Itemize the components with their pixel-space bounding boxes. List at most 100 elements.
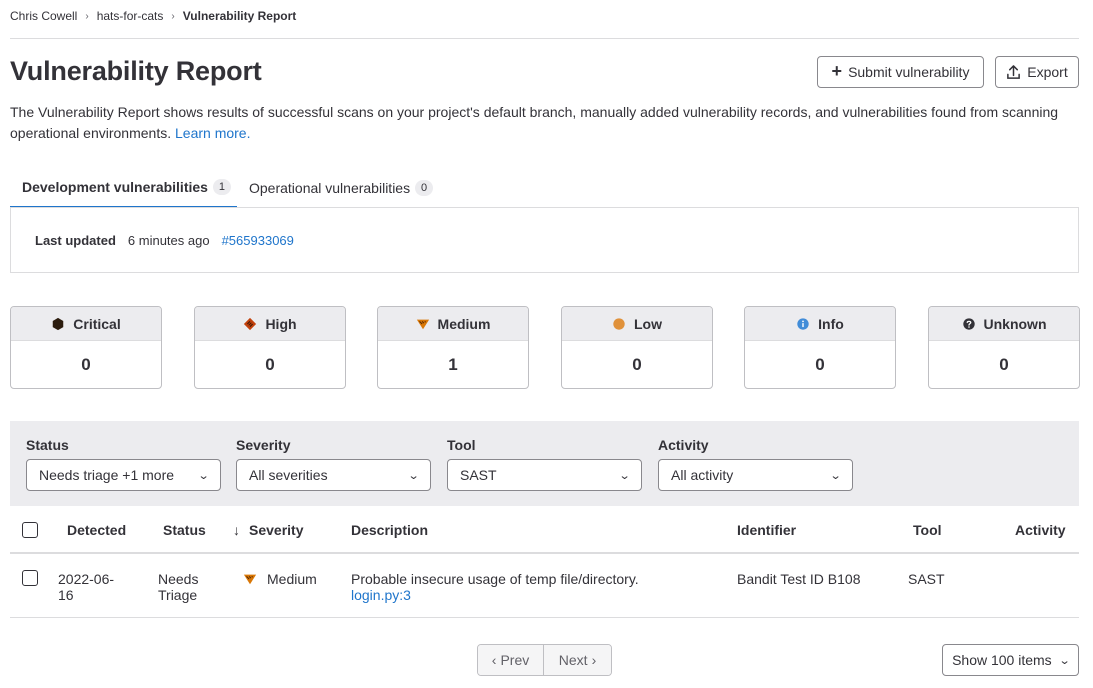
tool-filter-dropdown[interactable]: SAST ⌄ bbox=[447, 459, 642, 491]
status-filter-value: Needs triage +1 more bbox=[39, 467, 175, 483]
breadcrumb-current[interactable]: Vulnerability Report bbox=[183, 9, 297, 23]
last-updated-label: Last updated bbox=[35, 232, 116, 248]
severity-card-header: Medium bbox=[378, 307, 528, 341]
next-page-button[interactable]: Next › bbox=[544, 645, 611, 675]
status-filter-dropdown[interactable]: Needs triage +1 more ⌄ bbox=[26, 459, 221, 491]
tab-operational-vulnerabilities[interactable]: Operational vulnerabilities 0 bbox=[237, 168, 434, 207]
severity-label: Medium bbox=[437, 315, 491, 332]
prev-label: Prev bbox=[500, 652, 530, 668]
row-checkbox[interactable] bbox=[22, 570, 38, 586]
export-button[interactable]: Export bbox=[995, 56, 1079, 88]
status-filter: Status Needs triage +1 more ⌄ bbox=[26, 437, 221, 491]
page-size-dropdown[interactable]: Show 100 items ⌄ bbox=[942, 644, 1079, 676]
last-updated-time: 6 minutes ago bbox=[127, 232, 210, 248]
chevron-right-icon: › bbox=[85, 10, 89, 22]
pipeline-link[interactable]: #565933069 bbox=[222, 233, 294, 248]
row-status-part: Needs bbox=[158, 571, 199, 587]
table-header: Detected Status ↓ Severity Description I… bbox=[10, 506, 1079, 554]
count-badge: 1 bbox=[212, 179, 231, 195]
severity-filter: Severity All severities ⌄ bbox=[236, 437, 431, 491]
select-all-checkbox[interactable] bbox=[22, 522, 38, 538]
severity-high-icon bbox=[244, 317, 257, 330]
chevron-down-icon: ⌄ bbox=[1058, 654, 1071, 667]
severity-card-info: Info 0 bbox=[744, 306, 896, 389]
filters-bar: Status Needs triage +1 more ⌄ Severity A… bbox=[10, 421, 1079, 506]
row-severity: Medium bbox=[243, 571, 317, 587]
column-description: Description bbox=[351, 522, 429, 538]
last-updated-panel: Last updated 6 minutes ago #565933069 bbox=[10, 207, 1079, 273]
severity-critical-icon bbox=[53, 317, 64, 330]
detected-date-part: 16 bbox=[58, 587, 74, 603]
column-tool[interactable]: Tool bbox=[913, 522, 942, 538]
severity-unknown-icon bbox=[962, 317, 975, 330]
status-filter-label: Status bbox=[26, 437, 69, 453]
severity-card-low: Low 0 bbox=[561, 306, 713, 389]
chevron-down-icon: ⌄ bbox=[618, 469, 631, 482]
severity-count: 0 bbox=[81, 355, 91, 374]
page-description: The Vulnerability Report shows results o… bbox=[10, 102, 1080, 144]
severity-count: 0 bbox=[815, 355, 825, 374]
severity-count: 0 bbox=[265, 355, 275, 374]
severity-filter-dropdown[interactable]: All severities ⌄ bbox=[236, 459, 431, 491]
vulnerability-tabs: Development vulnerabilities 1 Operationa… bbox=[10, 168, 1079, 208]
severity-filter-label: Severity bbox=[236, 437, 291, 453]
row-description: Probable insecure usage of temp file/dir… bbox=[351, 571, 639, 603]
breadcrumb-user[interactable]: Chris Cowell bbox=[10, 9, 77, 23]
severity-low-icon bbox=[613, 317, 625, 330]
chevron-down-icon: ⌄ bbox=[829, 469, 842, 482]
severity-card-high: High 0 bbox=[194, 306, 346, 389]
tool-filter: Tool SAST ⌄ bbox=[447, 437, 642, 491]
severity-label: Critical bbox=[73, 315, 121, 332]
page-size-label: Show 100 items bbox=[952, 652, 1052, 668]
chevron-right-icon: › bbox=[591, 652, 597, 668]
tab-label: Operational vulnerabilities bbox=[249, 179, 411, 196]
plus-icon: + bbox=[831, 61, 843, 81]
severity-label: Unknown bbox=[983, 315, 1047, 332]
activity-filter-dropdown[interactable]: All activity ⌄ bbox=[658, 459, 853, 491]
severity-card-header: Info bbox=[745, 307, 895, 341]
next-label: Next bbox=[558, 652, 588, 668]
chevron-down-icon: ⌄ bbox=[197, 469, 210, 482]
severity-card-unknown: Unknown 0 bbox=[928, 306, 1080, 389]
breadcrumb: Chris Cowell › hats-for-cats › Vulnerabi… bbox=[10, 9, 296, 23]
file-location-link[interactable]: login.py:3 bbox=[351, 587, 411, 603]
prev-page-button[interactable]: ‹ Prev bbox=[478, 645, 544, 675]
row-status-part: Triage bbox=[158, 587, 198, 603]
vulnerability-table: Detected Status ↓ Severity Description I… bbox=[10, 506, 1079, 618]
row-status: Needs Triage bbox=[158, 571, 198, 603]
vulnerability-title[interactable]: Probable insecure usage of temp file/dir… bbox=[351, 571, 639, 587]
sort-arrow-down-icon: ↓ bbox=[233, 522, 240, 538]
submit-vulnerability-label: Submit vulnerability bbox=[848, 64, 970, 80]
page-title: Vulnerability Report bbox=[10, 56, 262, 86]
severity-medium-icon bbox=[243, 574, 257, 585]
severity-count: 0 bbox=[999, 355, 1009, 374]
severity-medium-icon bbox=[416, 319, 429, 329]
tab-development-vulnerabilities[interactable]: Development vulnerabilities 1 bbox=[10, 168, 237, 208]
severity-label: Info bbox=[818, 315, 844, 332]
column-detected[interactable]: Detected bbox=[67, 522, 126, 538]
count-badge: 0 bbox=[415, 179, 434, 196]
column-severity[interactable]: Severity bbox=[249, 522, 303, 538]
severity-count: 0 bbox=[632, 355, 642, 374]
description-text: The Vulnerability Report shows results o… bbox=[10, 104, 1059, 141]
learn-more-link[interactable]: Learn more. bbox=[175, 125, 250, 141]
export-label: Export bbox=[1027, 64, 1068, 80]
activity-filter-label: Activity bbox=[658, 437, 709, 453]
severity-card-header: Low bbox=[562, 307, 712, 341]
severity-card-header: Critical bbox=[11, 307, 161, 341]
detected-date-part: 2022-06- bbox=[58, 571, 115, 587]
tool-filter-value: SAST bbox=[460, 467, 497, 483]
column-identifier: Identifier bbox=[737, 522, 797, 538]
tool-filter-label: Tool bbox=[447, 437, 476, 453]
submit-vulnerability-button[interactable]: + Submit vulnerability bbox=[817, 56, 984, 88]
severity-info-icon bbox=[797, 317, 809, 330]
row-identifier: Bandit Test ID B108 bbox=[737, 571, 861, 587]
detected-date: 2022-06- 16 bbox=[58, 571, 114, 603]
row-severity-label: Medium bbox=[267, 571, 317, 587]
breadcrumb-project[interactable]: hats-for-cats bbox=[97, 9, 164, 23]
severity-label: Low bbox=[634, 315, 662, 332]
column-status[interactable]: Status bbox=[163, 522, 206, 538]
export-icon bbox=[1007, 64, 1021, 79]
chevron-right-icon: › bbox=[171, 10, 175, 22]
table-row[interactable]: 2022-06- 16 Needs Triage Medium Probable… bbox=[10, 554, 1079, 618]
